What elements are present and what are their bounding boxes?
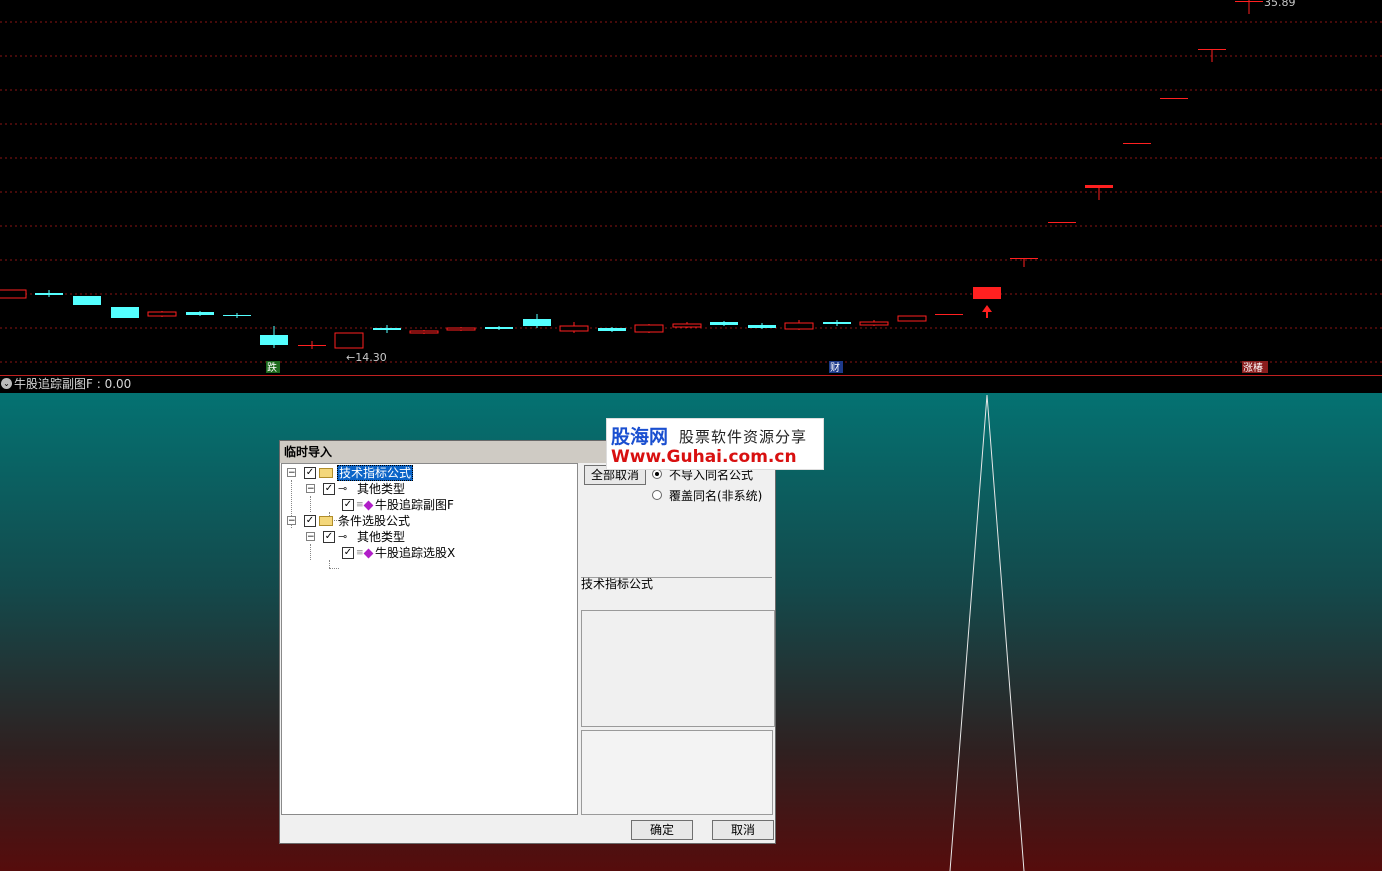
candle-body — [748, 325, 776, 328]
marker-fall[interactable]: 跌 — [266, 361, 280, 374]
tree-node-formula-item[interactable]: ✓ ≡ 牛股追踪选股X — [282, 545, 482, 561]
candle-body — [1198, 49, 1226, 50]
candle-body — [186, 312, 214, 315]
checkbox-checked-icon[interactable]: ✓ — [342, 499, 354, 511]
candle-body — [1010, 258, 1038, 259]
import-dialog: 临时导入 − ✓ 技术指标公式 − ✓ ⊸ 其他类型 ✓ ≡ 牛股追踪副图F −… — [279, 440, 776, 844]
marker-limit-up[interactable]: 涨椿 — [1242, 361, 1268, 374]
checkbox-checked-icon[interactable]: ✓ — [323, 483, 335, 495]
indicator-title-bar: ⌄ 牛股追踪副图F : 0.00 — [0, 375, 1382, 393]
buy-arrow-icon — [982, 305, 992, 318]
formula-gem-icon — [363, 548, 374, 559]
marker-fall-label: 跌 — [267, 361, 277, 374]
marker-limit-up-label: 涨椿 — [1243, 361, 1263, 374]
watermark-brand: 股海网 — [611, 426, 669, 448]
tree-node-label: 其他类型 — [357, 530, 406, 544]
key-icon: ⊸ — [338, 482, 348, 495]
tree-node-label: 技术指标公式 — [337, 465, 414, 481]
tree-node-label: 其他类型 — [357, 482, 406, 496]
radio-overwrite-label: 覆盖同名(非系统) — [669, 489, 763, 503]
checkbox-checked-icon[interactable]: ✓ — [304, 467, 316, 479]
checkbox-checked-icon[interactable]: ✓ — [342, 547, 354, 559]
candle-body — [710, 322, 738, 325]
tree-node-other-types[interactable]: − ✓ ⊸ 其他类型 — [282, 529, 482, 545]
candle-body — [559, 325, 589, 332]
candle-body — [634, 324, 664, 333]
candle-body — [1048, 222, 1076, 223]
tree-node-label: 牛股追踪选股X — [375, 546, 456, 560]
indicator-label: 牛股追踪副图F : 0.00 — [14, 377, 132, 391]
site-watermark: 股海网 股票软件资源分享 Www.Guhai.com.cn — [606, 418, 824, 470]
candle-body — [298, 345, 326, 346]
candle-body — [446, 327, 476, 331]
tree-node-formula-item[interactable]: ✓ ≡ 牛股追踪副图F — [282, 497, 482, 513]
section-label: 技术指标公式 — [581, 577, 654, 591]
expander-minus-icon[interactable]: − — [306, 532, 315, 542]
candle-body — [409, 330, 439, 334]
candle-body — [1235, 1, 1263, 2]
candlestick-chart[interactable]: 35.89 ←14.30 跌 财 涨椿 — [0, 0, 1382, 375]
marker-finance[interactable]: 财 — [829, 361, 843, 374]
expander-minus-icon[interactable]: − — [287, 468, 296, 478]
formula-info-box — [581, 610, 775, 727]
formula-tree[interactable]: − ✓ 技术指标公式 − ✓ ⊸ 其他类型 ✓ ≡ 牛股追踪副图F − ✓ 条件… — [281, 463, 578, 815]
collapse-icon[interactable]: ⌄ — [1, 378, 12, 389]
radio-overwrite[interactable] — [652, 490, 662, 500]
marker-finance-label: 财 — [830, 361, 840, 374]
candle-body — [672, 323, 702, 328]
candle-body — [859, 321, 889, 326]
candle-body — [935, 314, 963, 315]
candle-body — [223, 315, 251, 316]
candle-body — [1160, 98, 1188, 99]
candle-body — [260, 335, 288, 345]
candle-body — [0, 289, 27, 299]
candle-body — [897, 315, 927, 322]
formula-desc-box[interactable] — [581, 730, 773, 815]
candle-body — [334, 332, 364, 349]
expander-minus-icon[interactable]: − — [306, 484, 315, 494]
checkbox-checked-icon[interactable]: ✓ — [323, 531, 335, 543]
candle-body — [373, 328, 401, 330]
price-low-label: ←14.30 — [346, 351, 387, 364]
candle-body — [35, 293, 63, 295]
folder-icon — [319, 516, 333, 526]
candle-body — [1085, 185, 1113, 188]
candle-body — [523, 319, 551, 326]
candle-body — [111, 307, 139, 318]
candle-body — [784, 322, 814, 330]
tree-node-screening-formulas[interactable]: − ✓ 条件选股公式 — [282, 513, 482, 529]
folder-icon — [319, 468, 333, 478]
radio-no-import[interactable] — [652, 469, 662, 479]
candle-body — [1123, 143, 1151, 144]
candle-body — [485, 327, 513, 329]
indicator-spike-line — [949, 394, 1025, 871]
checkbox-checked-icon[interactable]: ✓ — [304, 515, 316, 527]
watermark-slogan: 股票软件资源分享 — [679, 428, 808, 446]
tree-node-label: 条件选股公式 — [338, 514, 411, 528]
candle-body — [598, 328, 626, 331]
tree-node-label: 牛股追踪副图F — [375, 498, 454, 512]
ok-button[interactable]: 确定 — [631, 820, 693, 840]
watermark-url: Www.Guhai.com.cn — [611, 447, 797, 467]
candle-body — [823, 322, 851, 324]
candle-body — [147, 311, 177, 317]
candle-body — [973, 287, 1001, 299]
tree-node-indicator-formulas[interactable]: − ✓ 技术指标公式 — [282, 465, 482, 481]
key-icon: ⊸ — [338, 530, 348, 543]
candle-body — [73, 296, 101, 305]
tree-node-other-types[interactable]: − ✓ ⊸ 其他类型 — [282, 481, 482, 497]
cancel-button[interactable]: 取消 — [712, 820, 774, 840]
price-high-label: 35.89 — [1264, 0, 1296, 9]
expander-minus-icon[interactable]: − — [287, 516, 296, 526]
formula-gem-icon — [363, 500, 374, 511]
